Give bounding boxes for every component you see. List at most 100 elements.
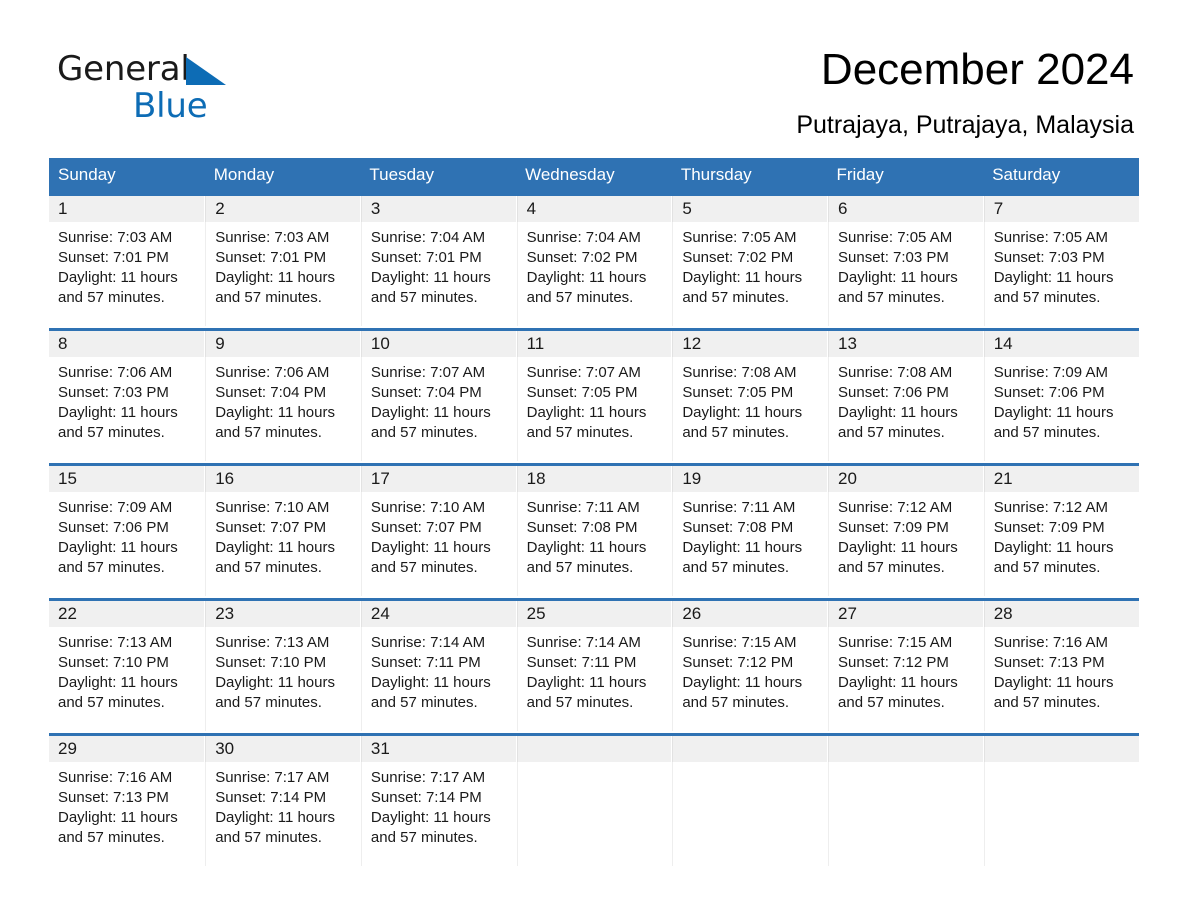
daylight-text-line1: Daylight: 11 hours — [682, 539, 803, 556]
day-cell[interactable]: 17 Sunrise: 7:10 AM Sunset: 7:07 PM Dayl… — [360, 463, 517, 600]
day-number: 31 — [370, 739, 390, 758]
day-cell[interactable]: 21 Sunrise: 7:12 AM Sunset: 7:09 PM Dayl… — [983, 463, 1139, 600]
daylight-text-line2: and 57 minutes. — [215, 559, 322, 576]
day-cell[interactable]: 13 Sunrise: 7:08 AM Sunset: 7:06 PM Dayl… — [827, 328, 984, 465]
daylight-text-line1: Daylight: 11 hours — [58, 809, 178, 826]
sunset-text: Sunset: 7:06 PM — [838, 384, 949, 401]
day-cell[interactable]: 7 Sunrise: 7:05 AM Sunset: 7:03 PM Dayli… — [983, 193, 1139, 330]
generalblue-logo[interactable]: General Blue — [57, 50, 317, 128]
sunrise-text: Sunrise: 7:05 AM — [682, 229, 797, 246]
day-cell[interactable]: 2 Sunrise: 7:03 AM Sunset: 7:01 PM Dayli… — [204, 193, 361, 330]
sunset-text: Sunset: 7:09 PM — [838, 519, 949, 536]
daylight-text-line2: and 57 minutes. — [838, 424, 945, 441]
day-number-band: 17 — [360, 466, 516, 492]
day-cell[interactable]: 6 Sunrise: 7:05 AM Sunset: 7:03 PM Dayli… — [827, 193, 984, 330]
day-cell[interactable]: 8 Sunrise: 7:06 AM Sunset: 7:03 PM Dayli… — [49, 328, 206, 465]
day-cell[interactable]: 31 Sunrise: 7:17 AM Sunset: 7:14 PM Dayl… — [360, 733, 517, 868]
day-number-band — [516, 736, 672, 762]
day-details: Sunrise: 7:03 AM Sunset: 7:01 PM Dayligh… — [205, 222, 360, 326]
day-cell[interactable]: 24 Sunrise: 7:14 AM Sunset: 7:11 PM Dayl… — [360, 598, 517, 735]
day-details: Sunrise: 7:10 AM Sunset: 7:07 PM Dayligh… — [360, 492, 516, 596]
day-number-band: 20 — [828, 466, 983, 492]
column-header-friday: Friday — [827, 158, 984, 195]
day-number: 27 — [838, 604, 857, 623]
day-number-band: 27 — [828, 601, 983, 627]
day-cell[interactable]: 14 Sunrise: 7:09 AM Sunset: 7:06 PM Dayl… — [983, 328, 1139, 465]
calendar-week-row: 8 Sunrise: 7:06 AM Sunset: 7:03 PM Dayli… — [49, 328, 1139, 465]
day-cell[interactable]: 9 Sunrise: 7:06 AM Sunset: 7:04 PM Dayli… — [204, 328, 361, 465]
day-details — [516, 762, 672, 866]
day-cell[interactable]: 29 Sunrise: 7:16 AM Sunset: 7:13 PM Dayl… — [49, 733, 206, 868]
day-cell[interactable]: 30 Sunrise: 7:17 AM Sunset: 7:14 PM Dayl… — [204, 733, 361, 868]
day-number-band: 5 — [672, 196, 828, 222]
daylight-text-line2: and 57 minutes. — [215, 424, 322, 441]
daylight-text-line2: and 57 minutes. — [58, 829, 165, 846]
day-number-band: 21 — [983, 466, 1139, 492]
day-number-band: 16 — [205, 466, 360, 492]
day-number-band: 12 — [672, 331, 828, 357]
day-cell[interactable]: 11 Sunrise: 7:07 AM Sunset: 7:05 PM Dayl… — [516, 328, 673, 465]
day-number-band: 15 — [49, 466, 205, 492]
day-cell[interactable]: 4 Sunrise: 7:04 AM Sunset: 7:02 PM Dayli… — [516, 193, 673, 330]
page-header: General Blue December 2024 Putrajaya, Pu… — [0, 0, 1188, 139]
day-cell[interactable]: 1 Sunrise: 7:03 AM Sunset: 7:01 PM Dayli… — [49, 193, 206, 330]
day-cell[interactable]: 19 Sunrise: 7:11 AM Sunset: 7:08 PM Dayl… — [671, 463, 829, 600]
day-cell-empty — [827, 733, 984, 868]
day-details: Sunrise: 7:08 AM Sunset: 7:06 PM Dayligh… — [828, 357, 983, 461]
sunset-text: Sunset: 7:01 PM — [58, 249, 169, 266]
logo-word-blue: Blue — [133, 86, 208, 126]
daylight-text-line1: Daylight: 11 hours — [993, 539, 1114, 556]
day-details: Sunrise: 7:10 AM Sunset: 7:07 PM Dayligh… — [205, 492, 360, 596]
sunset-text: Sunset: 7:13 PM — [58, 789, 169, 806]
sunset-text: Sunset: 7:03 PM — [58, 384, 169, 401]
daylight-text-line2: and 57 minutes. — [370, 829, 478, 846]
day-cell[interactable]: 22 Sunrise: 7:13 AM Sunset: 7:10 PM Dayl… — [49, 598, 206, 735]
sunset-text: Sunset: 7:08 PM — [682, 519, 794, 536]
day-cell[interactable]: 23 Sunrise: 7:13 AM Sunset: 7:10 PM Dayl… — [204, 598, 361, 735]
daylight-text-line2: and 57 minutes. — [215, 694, 322, 711]
day-cell[interactable]: 27 Sunrise: 7:15 AM Sunset: 7:12 PM Dayl… — [827, 598, 984, 735]
daylight-text-line1: Daylight: 11 hours — [370, 269, 491, 286]
day-cell[interactable]: 26 Sunrise: 7:15 AM Sunset: 7:12 PM Dayl… — [671, 598, 829, 735]
daylight-text-line2: and 57 minutes. — [526, 424, 634, 441]
day-number-band: 11 — [516, 331, 672, 357]
logo-triangle-icon — [185, 57, 226, 85]
day-number: 3 — [370, 199, 381, 218]
sunrise-sunset-calendar: Sunday Monday Tuesday Wednesday Thursday… — [49, 158, 1139, 868]
day-number: 5 — [682, 199, 692, 218]
day-cell[interactable]: 3 Sunrise: 7:04 AM Sunset: 7:01 PM Dayli… — [360, 193, 517, 330]
day-details: Sunrise: 7:12 AM Sunset: 7:09 PM Dayligh… — [983, 492, 1139, 596]
daylight-text-line2: and 57 minutes. — [370, 289, 478, 306]
day-number: 21 — [993, 469, 1013, 488]
sunrise-text: Sunrise: 7:06 AM — [215, 364, 330, 381]
day-cell[interactable]: 12 Sunrise: 7:08 AM Sunset: 7:05 PM Dayl… — [671, 328, 829, 465]
day-number-band: 10 — [360, 331, 516, 357]
day-details: Sunrise: 7:05 AM Sunset: 7:03 PM Dayligh… — [828, 222, 983, 326]
daylight-text-line2: and 57 minutes. — [838, 559, 945, 576]
sunset-text: Sunset: 7:04 PM — [370, 384, 482, 401]
daylight-text-line2: and 57 minutes. — [215, 289, 322, 306]
sunrise-text: Sunrise: 7:08 AM — [838, 364, 953, 381]
sunrise-text: Sunrise: 7:09 AM — [993, 364, 1108, 381]
day-number-band: 2 — [205, 196, 360, 222]
day-cell[interactable]: 18 Sunrise: 7:11 AM Sunset: 7:08 PM Dayl… — [516, 463, 673, 600]
day-details: Sunrise: 7:04 AM Sunset: 7:01 PM Dayligh… — [360, 222, 516, 326]
day-cell[interactable]: 28 Sunrise: 7:16 AM Sunset: 7:13 PM Dayl… — [983, 598, 1139, 735]
day-number-band: 14 — [983, 331, 1139, 357]
day-cell[interactable]: 25 Sunrise: 7:14 AM Sunset: 7:11 PM Dayl… — [516, 598, 673, 735]
column-header-wednesday: Wednesday — [516, 158, 672, 195]
day-cell[interactable]: 10 Sunrise: 7:07 AM Sunset: 7:04 PM Dayl… — [360, 328, 517, 465]
daylight-text-line2: and 57 minutes. — [526, 559, 634, 576]
daylight-text-line1: Daylight: 11 hours — [215, 539, 335, 556]
daylight-text-line1: Daylight: 11 hours — [370, 539, 491, 556]
day-cell[interactable]: 15 Sunrise: 7:09 AM Sunset: 7:06 PM Dayl… — [49, 463, 206, 600]
day-details: Sunrise: 7:11 AM Sunset: 7:08 PM Dayligh… — [672, 492, 827, 596]
day-cell[interactable]: 5 Sunrise: 7:05 AM Sunset: 7:02 PM Dayli… — [671, 193, 829, 330]
daylight-text-line2: and 57 minutes. — [215, 829, 322, 846]
day-details: Sunrise: 7:07 AM Sunset: 7:05 PM Dayligh… — [516, 357, 672, 461]
daylight-text-line2: and 57 minutes. — [682, 289, 790, 306]
sunset-text: Sunset: 7:02 PM — [682, 249, 794, 266]
day-cell[interactable]: 20 Sunrise: 7:12 AM Sunset: 7:09 PM Dayl… — [827, 463, 984, 600]
day-number-band: 9 — [205, 331, 360, 357]
day-cell[interactable]: 16 Sunrise: 7:10 AM Sunset: 7:07 PM Dayl… — [204, 463, 361, 600]
